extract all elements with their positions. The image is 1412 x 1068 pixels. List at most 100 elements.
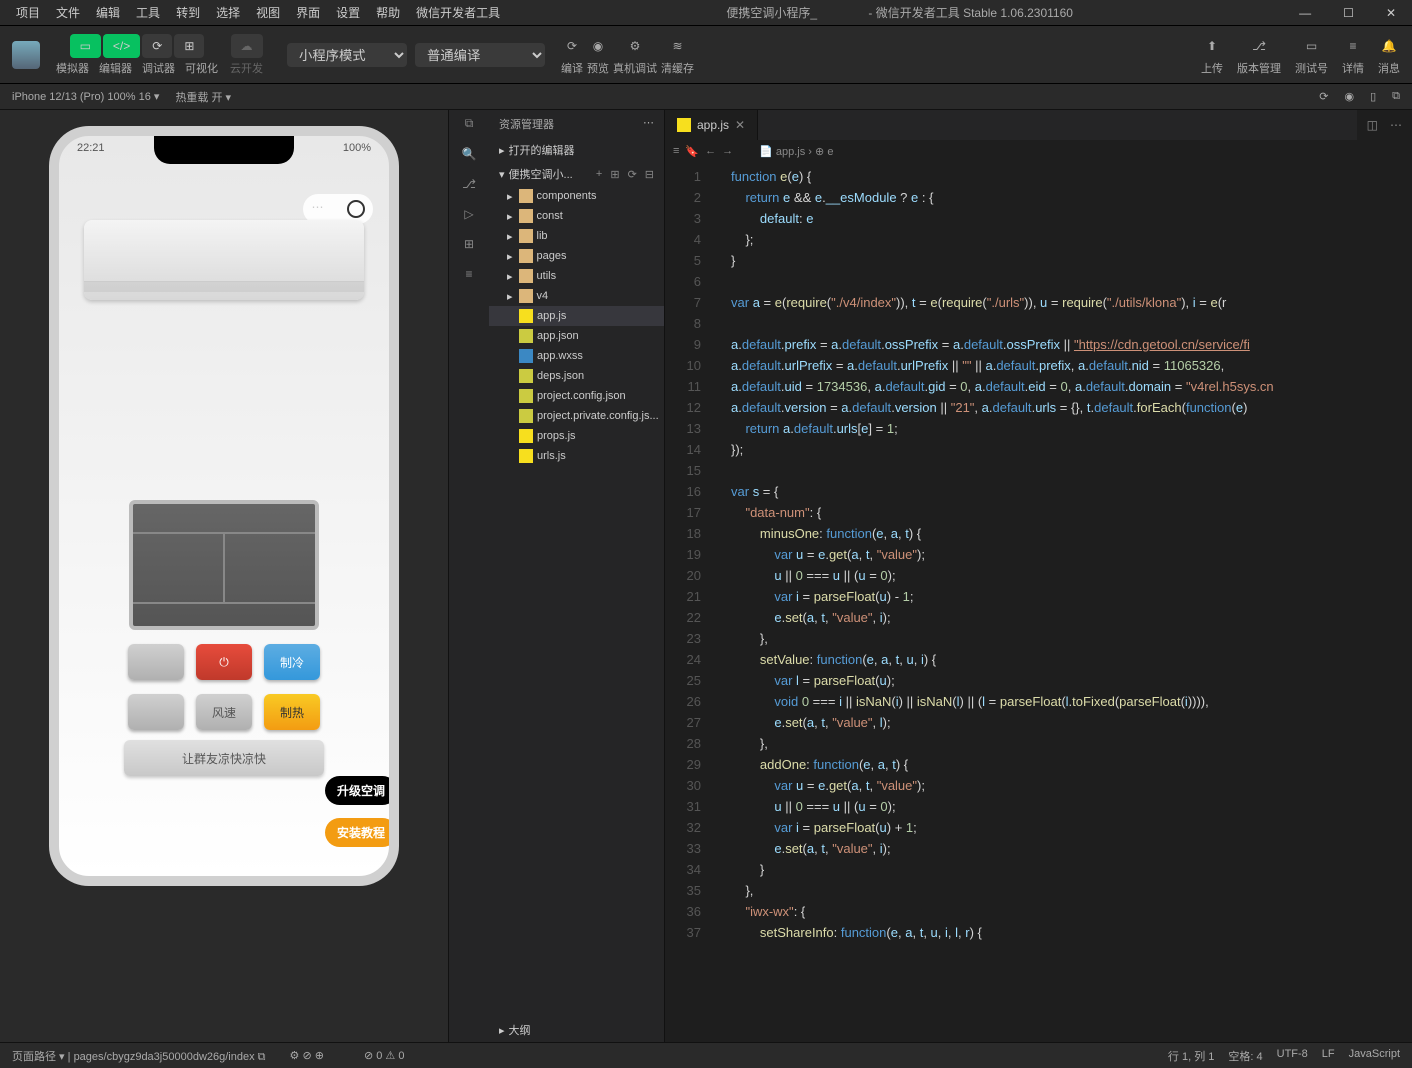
file-v4[interactable]: v4: [489, 286, 664, 306]
toolbar: ▭ </> ⟳ ⊞ 模拟器 编辑器 调试器 可视化 ☁ 云开发 小程序模式 普通…: [0, 26, 1412, 84]
collapse-icon[interactable]: ⊟: [645, 168, 654, 181]
menu-goto[interactable]: 转到: [168, 4, 208, 21]
mode-button[interactable]: [128, 644, 184, 680]
outline-section[interactable]: 大纲: [489, 1018, 664, 1042]
ext-icon[interactable]: ⊞: [464, 237, 474, 251]
cursor-pos[interactable]: 行 1, 列 1: [1168, 1048, 1214, 1064]
encoding[interactable]: UTF-8: [1277, 1048, 1308, 1064]
file-lib[interactable]: lib: [489, 226, 664, 246]
new-file-icon[interactable]: +: [596, 168, 602, 181]
bc-file[interactable]: app.js: [776, 146, 805, 158]
bc-back-icon[interactable]: ←: [705, 145, 716, 157]
warnings[interactable]: ⊘ 0 ⚠ 0: [364, 1049, 405, 1062]
file-props.js[interactable]: props.js: [489, 426, 664, 446]
refresh-tree-icon[interactable]: ⟳: [628, 168, 637, 181]
hot-reload[interactable]: 热重载 开 ▾: [175, 89, 231, 105]
mode-select[interactable]: 小程序模式: [287, 43, 407, 67]
compile-icon[interactable]: ⟳: [567, 34, 577, 58]
menu-edit[interactable]: 编辑: [88, 4, 128, 21]
cool-button[interactable]: 制冷: [264, 644, 320, 680]
editor-tab[interactable]: app.js ✕: [665, 110, 758, 140]
search-icon[interactable]: 🔍: [462, 147, 477, 161]
menu-wxdevtools[interactable]: 微信开发者工具: [408, 4, 508, 21]
clear-cache-icon[interactable]: ≋: [672, 34, 682, 58]
eol[interactable]: LF: [1322, 1048, 1335, 1064]
bc-symbol[interactable]: e: [827, 146, 833, 158]
menu-file[interactable]: 文件: [48, 4, 88, 21]
refresh-icon[interactable]: ⟳: [1319, 90, 1328, 103]
debugger-btn[interactable]: ⟳: [142, 34, 172, 58]
close-icon[interactable]: ✕: [1378, 6, 1404, 20]
project-section[interactable]: 便携空调小... +⊞⟳⊟: [489, 162, 664, 186]
diag-icons[interactable]: ⚙ ⊘ ⊕: [290, 1049, 324, 1062]
editor-label: 编辑器: [99, 60, 132, 76]
menu-help[interactable]: 帮助: [368, 4, 408, 21]
version-icon[interactable]: ⎇: [1252, 34, 1266, 58]
visual-btn[interactable]: ⊞: [174, 34, 204, 58]
file-urls.js[interactable]: urls.js: [489, 446, 664, 466]
menu-settings[interactable]: 设置: [328, 4, 368, 21]
files-icon[interactable]: ⧉: [465, 116, 474, 131]
file-const[interactable]: const: [489, 206, 664, 226]
git-icon[interactable]: ⎇: [462, 177, 476, 191]
bc-fwd-icon[interactable]: →: [722, 145, 733, 157]
indent[interactable]: 空格: 4: [1228, 1048, 1262, 1064]
temp-button[interactable]: [128, 694, 184, 730]
page-path-label[interactable]: 页面路径 ▾ | pages/cbygz9da3j50000dw26g/inde…: [12, 1048, 266, 1064]
phone-time: 22:21: [77, 142, 105, 154]
menu-interface[interactable]: 界面: [288, 4, 328, 21]
share-button[interactable]: 让群友凉快凉快: [124, 740, 324, 776]
file-components[interactable]: components: [489, 186, 664, 206]
compile-select[interactable]: 普通编译: [415, 43, 545, 67]
upgrade-float-button[interactable]: 升级空调: [325, 776, 397, 805]
split-editor-icon[interactable]: ◫: [1367, 118, 1378, 132]
explorer-more-icon[interactable]: ⋯: [643, 116, 654, 132]
detach-icon[interactable]: ⧉: [1392, 90, 1400, 103]
message-icon[interactable]: 🔔: [1382, 34, 1397, 58]
wind-button[interactable]: 风速: [196, 694, 252, 730]
menu-view[interactable]: 视图: [248, 4, 288, 21]
preview-icon[interactable]: ◉: [593, 34, 603, 58]
record-icon[interactable]: ◉: [1344, 90, 1354, 103]
file-app.js[interactable]: app.js: [489, 306, 664, 326]
cache-label: 清缓存: [661, 60, 694, 76]
file-project.private.config.js...[interactable]: project.private.config.js...: [489, 406, 664, 426]
bc-menu-icon[interactable]: ≡: [673, 145, 679, 157]
ac-unit-image: [84, 220, 364, 300]
remote-debug-icon[interactable]: ⚙: [630, 34, 641, 58]
upload-icon[interactable]: ⬆: [1207, 34, 1217, 58]
file-utils[interactable]: utils: [489, 266, 664, 286]
language[interactable]: JavaScript: [1349, 1048, 1400, 1064]
file-pages[interactable]: pages: [489, 246, 664, 266]
bc-bookmark-icon[interactable]: 🔖: [685, 145, 699, 158]
editor-btn[interactable]: </>: [103, 34, 140, 58]
open-editors-section[interactable]: 打开的编辑器: [489, 138, 664, 162]
test-icon[interactable]: ▭: [1306, 34, 1317, 58]
menu-project[interactable]: 项目: [8, 4, 48, 21]
heat-button[interactable]: 制热: [264, 694, 320, 730]
minimize-icon[interactable]: —: [1291, 6, 1319, 20]
menu-tools[interactable]: 工具: [128, 4, 168, 21]
code-editor[interactable]: 1function e(e) {2 return e && e.__esModu…: [665, 162, 1412, 1042]
tab-close-icon[interactable]: ✕: [735, 118, 745, 132]
file-project.config.json[interactable]: project.config.json: [489, 386, 664, 406]
device-name[interactable]: iPhone 12/13 (Pro) 100% 16 ▾: [12, 90, 159, 103]
maximize-icon[interactable]: ☐: [1335, 6, 1362, 20]
editor-more-icon[interactable]: ⋯: [1390, 118, 1402, 132]
file-app.wxss[interactable]: app.wxss: [489, 346, 664, 366]
details-icon[interactable]: ≡: [1349, 34, 1356, 58]
debug-icon[interactable]: ▷: [464, 207, 473, 221]
cloud-dev-btn[interactable]: ☁: [231, 34, 263, 58]
explorer-title: 资源管理器: [499, 116, 554, 132]
simulator-btn[interactable]: ▭: [70, 34, 101, 58]
new-folder-icon[interactable]: ⊞: [610, 168, 619, 181]
tutorial-float-button[interactable]: 安装教程: [325, 818, 397, 847]
file-app.json[interactable]: app.json: [489, 326, 664, 346]
power-button[interactable]: ⏻: [196, 644, 252, 680]
file-deps.json[interactable]: deps.json: [489, 366, 664, 386]
simulator-label: 模拟器: [56, 60, 89, 76]
menu-select[interactable]: 选择: [208, 4, 248, 21]
rotate-icon[interactable]: ▯: [1370, 90, 1376, 103]
avatar[interactable]: [12, 41, 40, 69]
db-icon[interactable]: ≡: [465, 267, 472, 281]
